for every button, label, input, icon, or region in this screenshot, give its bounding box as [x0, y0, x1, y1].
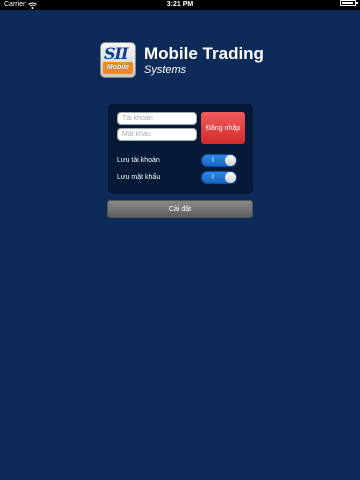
password-input[interactable]: [117, 128, 197, 141]
toggle-on-mark: I: [212, 174, 214, 181]
login-button[interactable]: Đăng nhập: [201, 112, 245, 144]
remember-account-toggle[interactable]: I: [201, 154, 237, 167]
logo-subtitle: Systems: [144, 64, 187, 76]
settings-button[interactable]: Cài đặt: [107, 200, 253, 218]
remember-password-toggle[interactable]: I: [201, 171, 237, 184]
toggle-on-mark: I: [212, 157, 214, 164]
remember-account-label: Lưu tài khoản: [117, 157, 160, 164]
app-logo: SII Mobile Mobile Trading Systems: [100, 42, 270, 82]
status-bar: Carrier 3:21 PM: [0, 0, 360, 10]
logo-badge-text: SII: [104, 44, 129, 63]
logo-title: Mobile Trading: [144, 44, 264, 63]
status-right: [340, 0, 358, 6]
login-panel: Đăng nhập Lưu tài khoản I Lưu mật khẩu I: [108, 104, 253, 194]
battery-icon: [340, 0, 358, 6]
toggle-knob: [225, 172, 236, 183]
logo-badge-icon: SII Mobile: [100, 42, 136, 78]
status-time: 3:21 PM: [166, 1, 194, 8]
account-input[interactable]: [117, 112, 197, 125]
logo-badge-ribbon: Mobile: [103, 62, 133, 74]
remember-password-label: Lưu mật khẩu: [117, 174, 161, 181]
toggle-knob: [225, 155, 236, 166]
